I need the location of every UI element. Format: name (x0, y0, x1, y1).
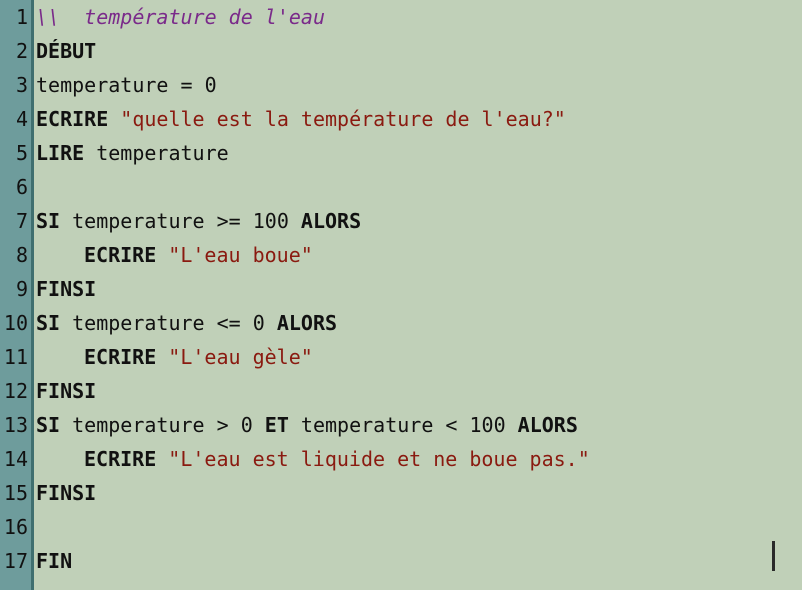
code-line[interactable]: 16 (0, 510, 802, 544)
code-line[interactable]: 6 (0, 170, 802, 204)
code-text: FIN (36, 544, 72, 578)
keyword-token: SI (36, 413, 61, 437)
code-text: SI temperature <= 0 ALORS (36, 306, 337, 340)
code-text: \\ température de l'eau (36, 0, 325, 34)
code-token: temperature (84, 141, 229, 165)
code-line[interactable]: 2 DÉBUT (0, 34, 802, 68)
code-text: FINSI (36, 476, 96, 510)
line-number: 13 (3, 413, 28, 437)
code-editor[interactable]: 1 \\ température de l'eau 2 DÉBUT 3 temperatu… (0, 0, 802, 590)
code-text: LIRE temperature (36, 136, 229, 170)
string-token: "L'eau est liquide et ne boue pas." (168, 447, 590, 471)
line-number: 8 (15, 243, 28, 267)
line-number: 4 (15, 107, 28, 131)
line-number: 17 (3, 549, 28, 573)
code-line[interactable]: 14 ECRIRE "L'eau est liquide et ne boue p… (0, 442, 802, 476)
comment-token: \\ température de l'eau (36, 5, 325, 29)
keyword-token: FINSI (36, 277, 97, 301)
code-line[interactable]: 12 FINSI (0, 374, 802, 408)
code-token: temperature > 0 (60, 413, 265, 437)
string-token: "L'eau gèle" (168, 345, 313, 369)
line-number: 12 (3, 379, 28, 403)
keyword-token: LIRE (36, 141, 85, 165)
code-text: SI temperature >= 100 ALORS (36, 204, 361, 238)
keyword-token: ECRIRE (84, 447, 157, 471)
code-line[interactable]: 13 SI temperature > 0 ET temperature < 10… (0, 408, 802, 442)
code-text: FINSI (36, 374, 96, 408)
code-text: DÉBUT (36, 34, 96, 68)
line-number: 14 (3, 447, 28, 471)
code-line[interactable]: 7 SI temperature >= 100 ALORS (0, 204, 802, 238)
code-line[interactable]: 3 temperature = 0 (0, 68, 802, 102)
keyword-token: ALORS (276, 311, 338, 335)
keyword-token: FINSI (36, 481, 97, 505)
code-line[interactable]: 11 ECRIRE "L'eau gèle" (0, 340, 802, 374)
code-text: ECRIRE "quelle est la température de l'e… (36, 102, 566, 136)
keyword-token: DÉBUT (36, 39, 97, 63)
keyword-token: FIN (36, 549, 73, 573)
code-line[interactable]: 5 LIRE temperature (0, 136, 802, 170)
line-number: 11 (3, 345, 28, 369)
line-number: 15 (3, 481, 28, 505)
keyword-token: ECRIRE (36, 107, 109, 131)
code-line[interactable]: 17 FIN (0, 544, 802, 578)
code-token: temperature < 100 (288, 413, 518, 437)
line-number: 5 (15, 141, 28, 165)
code-line[interactable]: 1 \\ température de l'eau (0, 0, 802, 34)
text-cursor (772, 541, 775, 571)
code-line[interactable]: 15 FINSI (0, 476, 802, 510)
code-line[interactable]: 8 ECRIRE "L'eau boue" (0, 238, 802, 272)
line-number: 9 (15, 277, 28, 301)
line-number: 1 (15, 5, 28, 29)
code-line[interactable]: 4 ECRIRE "quelle est la température de l'… (0, 102, 802, 136)
line-number: 16 (3, 515, 28, 539)
code-token: temperature <= 0 (60, 311, 277, 335)
code-text: ECRIRE "L'eau boue" (36, 238, 313, 272)
line-number: 2 (15, 39, 28, 63)
keyword-token: SI (36, 311, 61, 335)
line-number: 10 (3, 311, 28, 335)
line-number: 6 (15, 175, 28, 199)
code-line[interactable]: 10 SI temperature <= 0 ALORS (0, 306, 802, 340)
keyword-token: ALORS (517, 413, 578, 437)
code-text: ECRIRE "L'eau gèle" (36, 340, 313, 374)
code-lines[interactable]: 1 \\ température de l'eau 2 DÉBUT 3 temperatu… (0, 0, 802, 578)
code-text: FINSI (36, 272, 96, 306)
code-text: SI temperature > 0 ET temperature < 100 … (36, 408, 578, 442)
keyword-token: ECRIRE (84, 345, 157, 369)
line-number: 7 (15, 209, 28, 233)
code-text: temperature = 0 (36, 68, 217, 102)
code-token: temperature >= 100 (60, 209, 301, 233)
keyword-token: FINSI (36, 379, 97, 403)
code-token: temperature = 0 (36, 73, 217, 97)
keyword-token: ET (264, 413, 289, 437)
keyword-token: ECRIRE (84, 243, 157, 267)
code-line[interactable]: 9 FINSI (0, 272, 802, 306)
code-text: ECRIRE "L'eau est liquide et ne boue pas… (36, 442, 590, 476)
keyword-token: ALORS (300, 209, 362, 233)
string-token: "quelle est la température de l'eau?" (120, 107, 566, 131)
line-number: 3 (15, 73, 28, 97)
keyword-token: SI (36, 209, 61, 233)
string-token: "L'eau boue" (168, 243, 313, 267)
